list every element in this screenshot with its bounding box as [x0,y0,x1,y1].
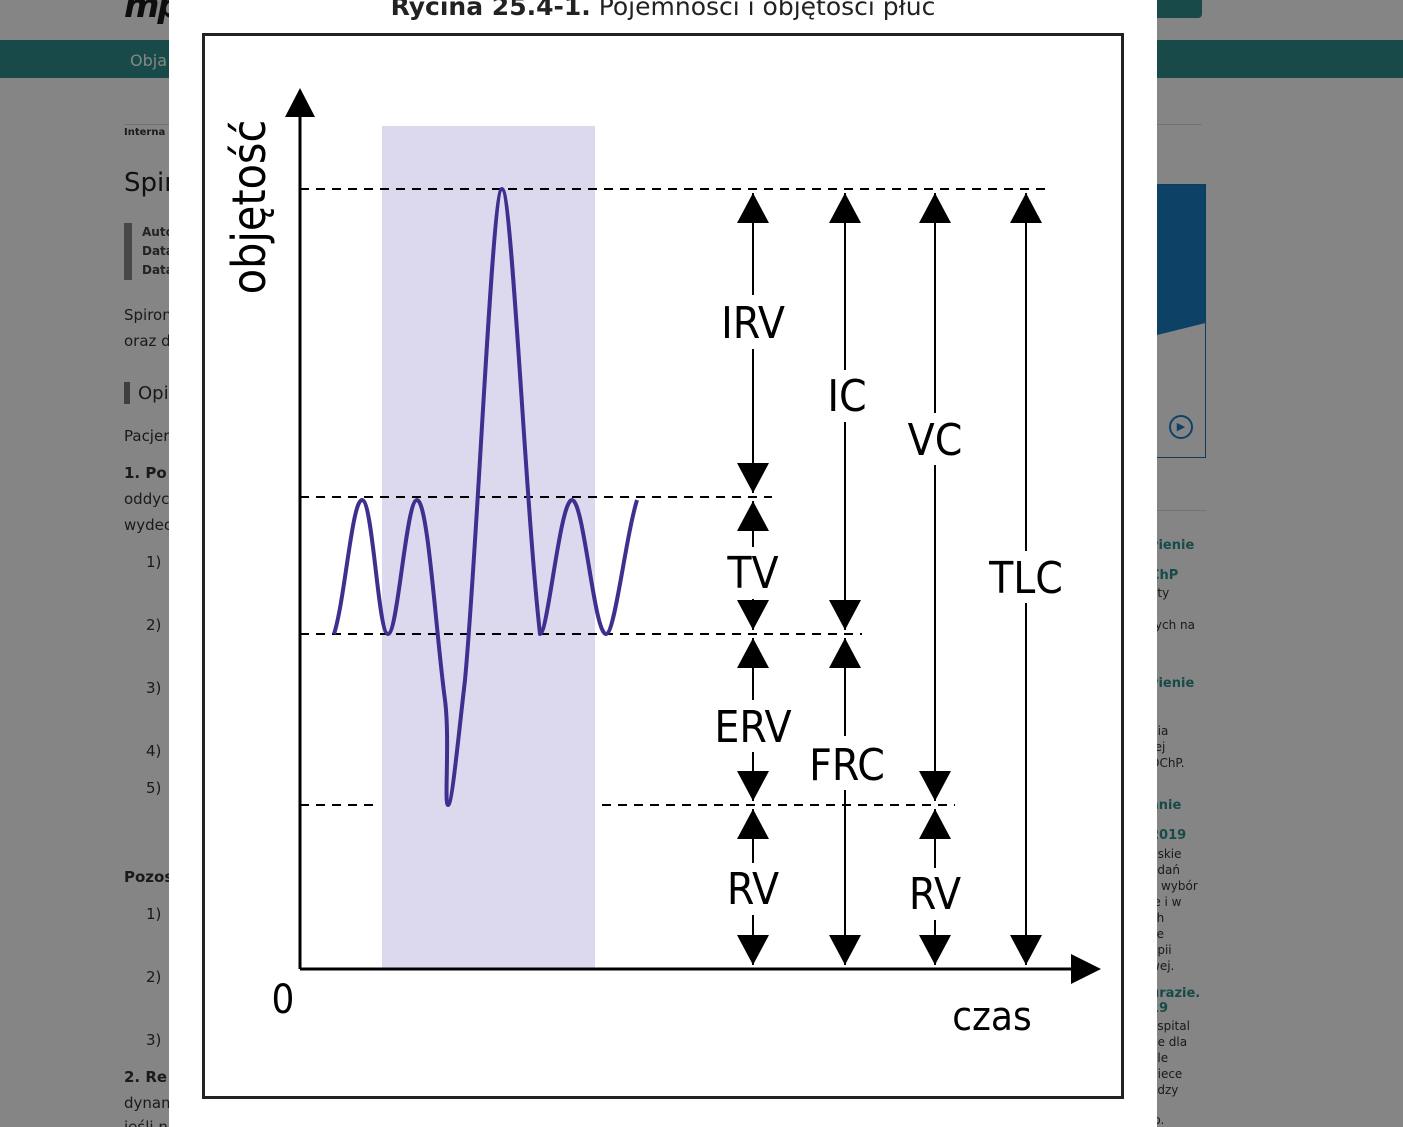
arrow-head-up [1010,193,1042,223]
erv-label: ERV [714,702,791,753]
arrow-head-down [1010,935,1042,965]
y-axis-arrow [285,88,315,117]
arrow-head-down [829,935,861,965]
rv-label: RV [727,864,779,915]
x-axis-arrow [1071,954,1101,984]
arrow-head-up [737,193,769,223]
arrow-head-up [919,193,951,223]
arrow-head-down [737,600,769,630]
frc-label: FRC [809,740,885,791]
arrow-head-up [919,809,951,839]
arrow-head-up [737,501,769,531]
arrow-head-up [737,809,769,839]
lung-volumes-diagram: objętość czas 0 IRV TV ERV RV IC FRC VC … [222,88,1101,1040]
arrow-head-up [737,638,769,668]
arrow-head-up [829,193,861,223]
arrow-head-down [737,935,769,965]
highlight-band [382,126,595,969]
arrow-head-up [829,638,861,668]
arrow-head-down [829,600,861,630]
y-axis-label: objętość [222,120,276,294]
arrow-head-down [919,935,951,965]
vc-label: VC [908,415,963,466]
tlc-label: TLC [988,553,1063,604]
arrow-head-down [737,463,769,493]
arrow-head-down [737,771,769,801]
origin-label: 0 [272,977,295,1023]
irv-label: IRV [721,298,785,349]
rv-label: RV [909,869,961,920]
x-axis-label: czas [952,994,1031,1040]
tv-label: TV [726,548,778,599]
ic-label: IC [827,371,866,422]
arrow-head-down [919,771,951,801]
